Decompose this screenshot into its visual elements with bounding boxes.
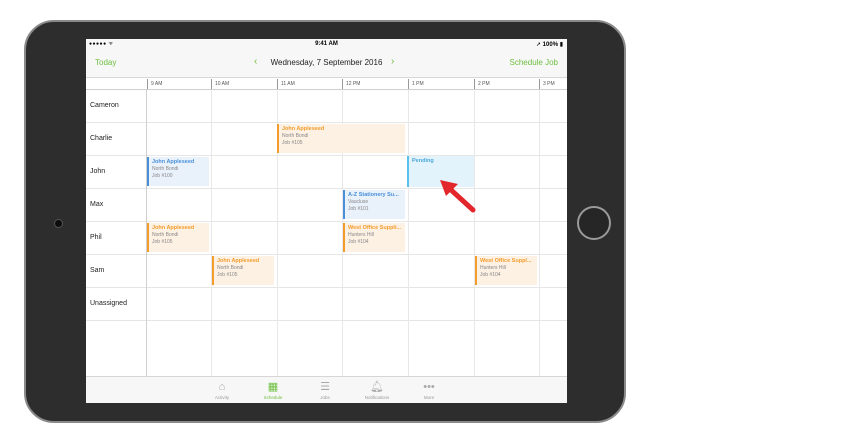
chevron-right-icon[interactable]: ›: [391, 56, 394, 67]
job-card[interactable]: John Appleseed North Bondi Job #105: [147, 223, 209, 252]
time-header: 9 AM 10 AM 11 AM 12 PM 1 PM 2 PM 3 PM: [86, 78, 567, 90]
staff-name[interactable]: Charlie: [86, 135, 146, 142]
job-card[interactable]: John Appleseed North Bondi Job #105: [212, 256, 274, 285]
more-icon: •••: [423, 381, 435, 393]
bell-icon: 🔔︎: [370, 381, 384, 393]
staff-name[interactable]: Sam: [86, 267, 146, 274]
list-icon: ☰: [320, 381, 330, 393]
staff-name[interactable]: John: [86, 168, 146, 175]
tab-jobs[interactable]: ☰ Jobs: [305, 380, 345, 400]
tab-bar: ⌂ Activity ▦ Schedule ☰ Jobs 🔔︎ Notifica…: [86, 376, 567, 403]
staff-name[interactable]: Unassigned: [86, 300, 146, 307]
calendar-icon: ▦: [267, 381, 279, 393]
time-label: 3 PM: [539, 79, 567, 89]
tab-notifications[interactable]: 🔔︎ Notifications: [357, 380, 397, 400]
current-date: Wednesday, 7 September 2016: [270, 58, 383, 67]
camera-icon: [54, 219, 63, 228]
job-card[interactable]: A-Z Stationery Su... Vaucluse Job #101: [343, 190, 405, 219]
time-label: 2 PM: [474, 79, 539, 89]
staff-name[interactable]: Cameron: [86, 102, 146, 109]
job-card[interactable]: John Appleseed North Bondi Job #105: [277, 124, 405, 153]
nav-bar: Today ‹ Wednesday, 7 September 2016 › Sc…: [86, 50, 567, 78]
time-label: 1 PM: [408, 79, 474, 89]
annotation-arrow-icon: [440, 180, 476, 213]
staff-name[interactable]: Max: [86, 201, 146, 208]
staff-name[interactable]: Phil: [86, 234, 146, 241]
battery-icon: ➚ 100% ▮: [535, 42, 563, 48]
schedule-job-button[interactable]: Schedule Job: [510, 58, 558, 67]
app-screen: ●●●●● ᯤ 9:41 AM ➚ 100% ▮ Today ‹ Wednesd…: [86, 39, 567, 403]
job-card[interactable]: West Office Suppl... Hunters Hill Job #1…: [475, 256, 537, 285]
house-icon: ⌂: [218, 381, 226, 393]
job-card[interactable]: John Appleseed North Bondi Job #100: [147, 157, 209, 186]
time-label: 10 AM: [211, 79, 277, 89]
tab-activity[interactable]: ⌂ Activity: [202, 380, 242, 400]
time-label: 12 PM: [342, 79, 408, 89]
time-label: 9 AM: [147, 79, 211, 89]
job-card[interactable]: West Office Suppli... Hunters Hill Job #…: [343, 223, 405, 252]
home-button[interactable]: [577, 206, 611, 240]
status-bar: ●●●●● ᯤ 9:41 AM ➚ 100% ▮: [86, 39, 567, 50]
tab-schedule[interactable]: ▦ Schedule: [253, 380, 293, 400]
time-label: 11 AM: [277, 79, 342, 89]
tab-more[interactable]: ••• More: [409, 380, 449, 400]
schedule-grid: Cameron Charlie John Max Phil Sam Unassi…: [86, 90, 567, 376]
status-time: 9:41 AM: [315, 41, 338, 47]
